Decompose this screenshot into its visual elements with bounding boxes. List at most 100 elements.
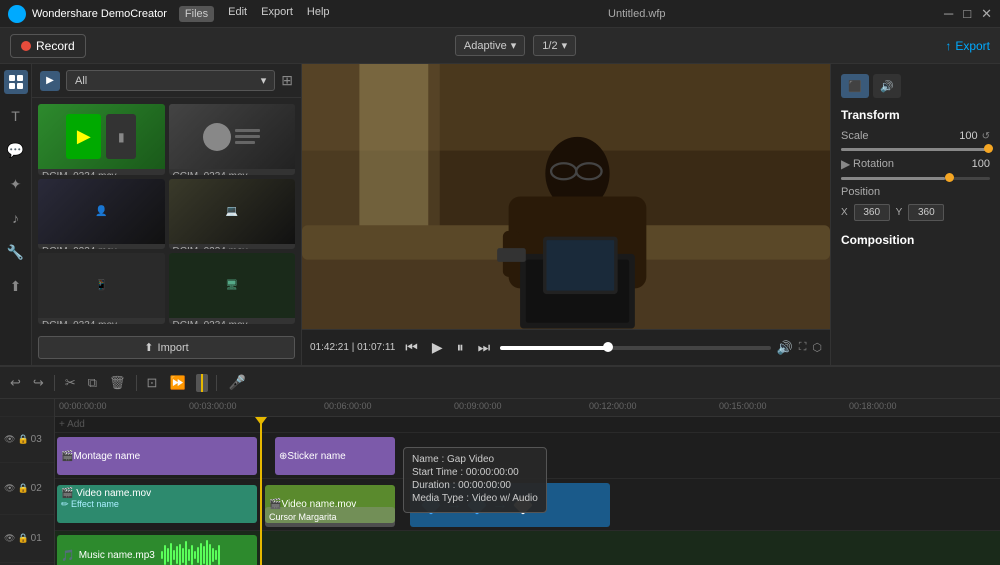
video1-effect: ✏ Effect name (61, 499, 119, 510)
microphone-button[interactable]: 🎤 (229, 374, 246, 391)
export-button[interactable]: ↑ Export (945, 39, 990, 53)
app-name: Wondershare DemoCreator (32, 8, 167, 20)
tooltip-media: Media Type : Video w/ Audio (412, 493, 538, 504)
maximize-button[interactable]: □ (963, 6, 971, 22)
sidebar-item-chat[interactable]: 💬 (4, 138, 28, 162)
scale-value: 100 (959, 130, 977, 142)
fullscreen-button[interactable]: ⬡ (812, 341, 822, 354)
window-title: Untitled.wfp (330, 8, 944, 20)
cut-button[interactable]: ✂ (63, 373, 78, 393)
media-panel: ▶ All ▾ ⊞ ▶ ▮ DCIM_0234.mcv (32, 64, 302, 365)
track-02-lock[interactable]: 🔒 (17, 483, 28, 494)
playhead[interactable] (260, 417, 262, 565)
panel-tab-audio[interactable]: 🔊 (873, 74, 901, 98)
menu-edit[interactable]: Edit (228, 6, 247, 22)
pause-button[interactable]: ⏸ (453, 337, 468, 358)
fit-button[interactable]: ⛶ (799, 341, 807, 354)
x-input[interactable] (854, 204, 890, 221)
clip-music[interactable]: 🎵 Music name.mp3 (57, 535, 257, 565)
right-panel: ⬛ 🔊 Transform Scale 100 ↺ ▶ Rotation 100 (830, 64, 1000, 365)
speed-button[interactable]: ⏩ (167, 373, 187, 393)
tooltip-duration: Duration : 00:00:00:00 (412, 480, 538, 491)
skip-forward-button[interactable]: ⏭ (474, 337, 495, 358)
rotation-expand[interactable]: ▶ (841, 157, 849, 171)
menu-help[interactable]: Help (307, 6, 330, 22)
media-thumb-3[interactable]: 👤 DCIM_0234.mcv (38, 179, 165, 250)
track-01-eye[interactable]: 👁 (4, 533, 15, 544)
zoom-select[interactable]: 1/2 ▾ (533, 35, 576, 56)
main-toolbar: Record Adaptive ▾ 1/2 ▾ ↑ Export (0, 28, 1000, 64)
filter-select[interactable]: All ▾ (66, 70, 275, 91)
split-button[interactable]: ⧉ (86, 373, 99, 393)
close-button[interactable]: ✕ (981, 6, 992, 22)
scale-slider[interactable] (841, 148, 990, 151)
panel-tabs: ⬛ 🔊 (841, 74, 990, 98)
track-03-lock[interactable]: 🔒 (17, 434, 28, 445)
play-button[interactable]: ▶ (428, 337, 447, 358)
media-thumb-2[interactable]: CCIM_0234.mov (169, 104, 296, 175)
sidebar-item-text[interactable]: T (4, 104, 28, 128)
grid-view-icon[interactable]: ⊞ (281, 72, 293, 89)
clip-cursor[interactable]: Cursor Margarita (265, 507, 395, 527)
rotation-slider[interactable] (841, 177, 990, 180)
thumb-image-4: 💻 (169, 179, 296, 244)
scale-label: Scale (841, 130, 886, 142)
redo-button[interactable]: ↪ (31, 373, 46, 393)
sidebar-item-music[interactable]: ♪ (4, 206, 28, 230)
timeline-toolbar: ↩ ↪ ✂ ⧉ 🗑 ⊡ ⏩ 🎤 (0, 367, 1000, 399)
delete-button[interactable]: 🗑 (107, 373, 128, 393)
ruler-mark-3: 00:09:00:00 (454, 401, 502, 411)
volume-icon[interactable]: 🔊 (777, 340, 793, 356)
track-02-eye[interactable]: 👁 (4, 483, 15, 494)
clip-montage[interactable]: 🎬 Montage name (57, 437, 257, 475)
scale-slider-row (841, 148, 990, 151)
music-label: Music name.mp3 (79, 550, 155, 561)
y-label: Y (896, 207, 903, 218)
track-03-eye[interactable]: 👁 (4, 434, 15, 445)
ruler-marks: 00:00:00:00 00:03:00:00 00:06:00:00 00:0… (59, 399, 996, 416)
record-label: Record (36, 39, 75, 53)
scale-reset-icon[interactable]: ↺ (982, 131, 990, 142)
crop-button[interactable]: ⊡ (145, 373, 160, 393)
ruler-mark-5: 00:15:00:00 (719, 401, 767, 411)
record-button[interactable]: Record (10, 34, 86, 58)
timeline-tracks: + Add 🎬 Montage name ⊕ Sticker name (55, 417, 1000, 565)
thumb-image-2 (169, 104, 296, 169)
window-controls: ─ □ ✕ (944, 6, 992, 22)
media-thumb-5[interactable]: 📱 DCIM_0234.mov (38, 253, 165, 324)
clip-sticker[interactable]: ⊕ Sticker name (275, 437, 395, 475)
transform-title: Transform (841, 108, 990, 122)
thumb-label-6: DCIM_0234.mov (169, 318, 296, 324)
thumb-image-6: 🖥 (169, 253, 296, 318)
media-thumb-4[interactable]: 💻 DCIM_0234.mov (169, 179, 296, 250)
ruler-mark-0: 00:00:00:00 (59, 401, 107, 411)
sidebar-item-media[interactable] (4, 70, 28, 94)
minimize-button[interactable]: ─ (944, 6, 953, 22)
thumb-image-1: ▶ ▮ (38, 104, 165, 169)
thumb-label-1: DCIM_0234.mcv (38, 169, 165, 175)
add-clip-icon[interactable]: + Add (59, 419, 85, 430)
skip-back-button[interactable]: ⏮ (401, 337, 422, 358)
adaptive-select[interactable]: Adaptive ▾ (455, 35, 525, 56)
y-input[interactable] (908, 204, 944, 221)
panel-header-icon: ▶ (40, 71, 60, 91)
thumb-label-5: DCIM_0234.mov (38, 318, 165, 324)
menu-export[interactable]: Export (261, 6, 293, 22)
track-01-lock[interactable]: 🔒 (17, 533, 28, 544)
thumb-label-3: DCIM_0234.mcv (38, 244, 165, 250)
sidebar-item-export[interactable]: ⬆ (4, 274, 28, 298)
media-thumb-1[interactable]: ▶ ▮ DCIM_0234.mcv (38, 104, 165, 175)
sidebar-item-tools[interactable]: 🔧 (4, 240, 28, 264)
undo-button[interactable]: ↩ (8, 373, 23, 393)
menu-files[interactable]: Files (179, 6, 214, 22)
media-thumb-6[interactable]: 🖥 DCIM_0234.mov (169, 253, 296, 324)
playhead-indicator (196, 374, 208, 392)
playback-progress[interactable] (500, 346, 770, 350)
timeline: ↩ ↪ ✂ ⧉ 🗑 ⊡ ⏩ 🎤 👁 🔒 03 👁 🔒 02 (0, 365, 1000, 565)
track-label-03: 👁 🔒 03 (0, 417, 54, 463)
clip-video1[interactable]: 🎬 Video name.mov ✏ Effect name (57, 485, 257, 523)
separator-3 (216, 375, 217, 391)
import-button[interactable]: ⬆ Import (38, 336, 295, 359)
sidebar-item-effects[interactable]: ✦ (4, 172, 28, 196)
panel-tab-transform[interactable]: ⬛ (841, 74, 869, 98)
